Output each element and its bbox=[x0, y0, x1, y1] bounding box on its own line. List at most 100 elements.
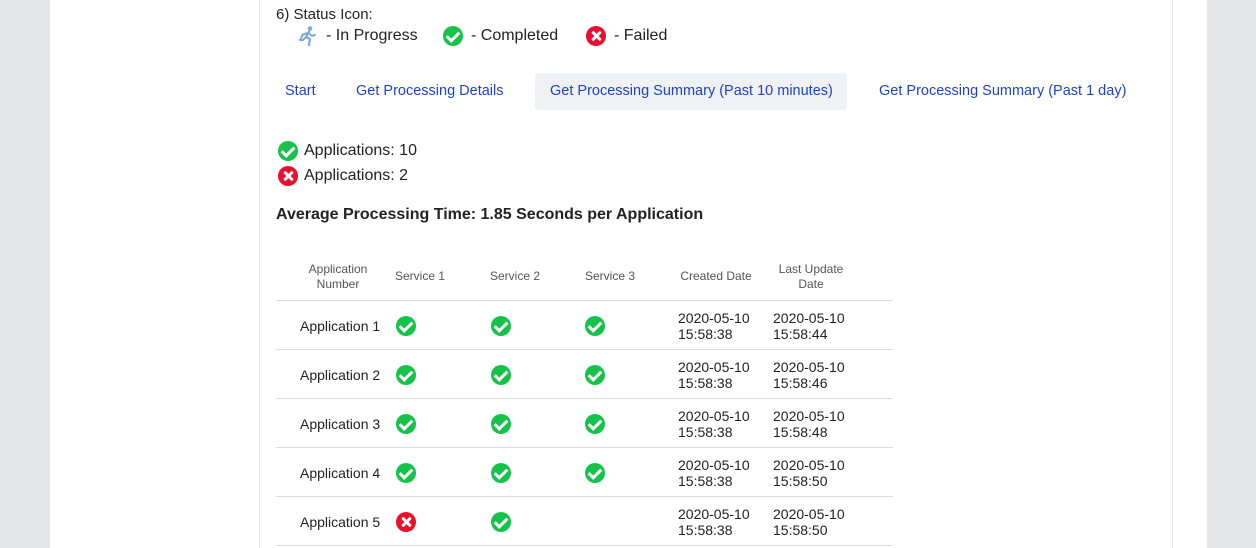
header-service-3: Service 3 bbox=[584, 269, 636, 283]
updated-datetime: 2020-05-10 15:58:48 bbox=[773, 408, 845, 440]
summary-completed: Applications: 10 bbox=[278, 140, 417, 162]
updated-datetime: 2020-05-10 15:58:50 bbox=[773, 457, 845, 489]
created-date-text: 2020-05-10 bbox=[678, 407, 750, 424]
application-name-cell: Application 2 bbox=[300, 366, 381, 383]
service-1-status-cell bbox=[396, 399, 436, 448]
header-service-1: Service 1 bbox=[394, 269, 446, 283]
service-3-status-cell bbox=[585, 448, 625, 497]
check-circle-icon bbox=[491, 511, 511, 532]
tab-summary-10-minutes[interactable]: Get Processing Summary (Past 10 minutes) bbox=[535, 73, 847, 110]
created-date-cell: 2020-05-10 15:58:38 bbox=[678, 399, 768, 448]
check-circle-icon bbox=[396, 315, 416, 336]
table-row[interactable]: Application 3 2020-05-10 15:58:38 2020-05-1… bbox=[276, 399, 893, 448]
table-header: Application Number Service 1 Service 2 S… bbox=[276, 252, 893, 301]
check-circle-icon bbox=[585, 413, 605, 434]
service-1-status-cell bbox=[396, 497, 436, 546]
created-date-cell: 2020-05-10 15:58:38 bbox=[678, 448, 768, 497]
updated-datetime: 2020-05-10 15:58:44 bbox=[773, 310, 845, 342]
table-row[interactable]: Application 1 2020-05-10 15:58:38 2020-05-1… bbox=[276, 301, 893, 350]
updated-date-text: 2020-05-10 bbox=[773, 505, 845, 522]
summary-failed: Applications: 2 bbox=[278, 165, 408, 187]
updated-datetime: 2020-05-10 15:58:46 bbox=[773, 359, 845, 391]
check-circle-icon bbox=[491, 462, 511, 483]
updated-date-text: 2020-05-10 bbox=[773, 309, 845, 326]
last-update-date-cell: 2020-05-10 15:58:48 bbox=[773, 399, 863, 448]
service-1-status-cell bbox=[396, 301, 436, 350]
left-gutter bbox=[0, 0, 50, 548]
legend-in-progress-label: - In Progress bbox=[326, 27, 418, 44]
created-time-text: 15:58:38 bbox=[678, 423, 733, 440]
legend-failed-label: - Failed bbox=[614, 27, 668, 44]
right-gutter bbox=[1207, 0, 1256, 548]
check-circle-icon bbox=[443, 26, 463, 46]
last-update-date-cell: 2020-05-10 15:58:50 bbox=[773, 448, 863, 497]
tab-processing-details[interactable]: Get Processing Details bbox=[341, 73, 518, 110]
summary-failed-count: Applications: 2 bbox=[304, 167, 409, 184]
created-date-text: 2020-05-10 bbox=[678, 456, 750, 473]
x-circle-icon bbox=[278, 166, 298, 186]
table-row[interactable]: Application 4 2020-05-10 15:58:38 2020-05-1… bbox=[276, 448, 893, 497]
application-name-cell: Application 4 bbox=[300, 464, 381, 481]
table-row[interactable]: Application 5 2020-05-10 15:58:38 2020-05-1… bbox=[276, 497, 893, 546]
table-body: Application 1 2020-05-10 15:58:38 2020-05-1… bbox=[276, 301, 893, 546]
service-3-status-cell bbox=[585, 350, 625, 399]
service-2-status-cell bbox=[491, 448, 531, 497]
legend-completed-label: - Completed bbox=[471, 27, 559, 44]
tab-summary-1-day[interactable]: Get Processing Summary (Past 1 day) bbox=[864, 73, 1141, 110]
service-3-status-cell bbox=[585, 497, 625, 546]
updated-date-text: 2020-05-10 bbox=[773, 456, 845, 473]
service-2-status-cell bbox=[491, 350, 531, 399]
legend-failed: - Failed bbox=[586, 25, 667, 47]
header-application-number: Application Number bbox=[308, 261, 368, 291]
applications-table: Application Number Service 1 Service 2 S… bbox=[276, 252, 893, 546]
updated-date-text: 2020-05-10 bbox=[773, 358, 845, 375]
service-1-status-cell bbox=[396, 350, 436, 399]
last-update-date-cell: 2020-05-10 15:58:46 bbox=[773, 350, 863, 399]
check-circle-icon bbox=[585, 315, 605, 336]
created-time-text: 15:58:38 bbox=[678, 521, 733, 538]
application-name-cell: Application 5 bbox=[300, 513, 381, 530]
table-row[interactable]: Application 2 2020-05-10 15:58:38 2020-05-1… bbox=[276, 350, 893, 399]
created-datetime: 2020-05-10 15:58:38 bbox=[678, 457, 750, 489]
created-datetime: 2020-05-10 15:58:38 bbox=[678, 359, 750, 391]
created-datetime: 2020-05-10 15:58:38 bbox=[678, 408, 750, 440]
x-circle-icon bbox=[396, 511, 416, 532]
check-circle-icon bbox=[491, 413, 511, 434]
created-date-text: 2020-05-10 bbox=[678, 309, 750, 326]
created-date-text: 2020-05-10 bbox=[678, 358, 750, 375]
header-service-2: Service 2 bbox=[489, 269, 541, 283]
last-update-date-cell: 2020-05-10 15:58:44 bbox=[773, 301, 863, 350]
service-3-status-cell bbox=[585, 399, 625, 448]
created-time-text: 15:58:38 bbox=[678, 472, 733, 489]
check-circle-icon bbox=[396, 413, 416, 434]
check-circle-icon bbox=[396, 462, 416, 483]
tab-start[interactable]: Start bbox=[270, 73, 331, 110]
created-date-cell: 2020-05-10 15:58:38 bbox=[678, 497, 768, 546]
check-circle-icon bbox=[278, 141, 298, 161]
status-icon-legend-title: 6) Status Icon: bbox=[276, 6, 373, 23]
updated-date-text: 2020-05-10 bbox=[773, 407, 845, 424]
service-2-status-cell bbox=[491, 301, 531, 350]
service-1-status-cell bbox=[396, 448, 436, 497]
last-update-date-cell: 2020-05-10 15:58:50 bbox=[773, 497, 863, 546]
check-circle-icon bbox=[396, 364, 416, 385]
created-date-cell: 2020-05-10 15:58:38 bbox=[678, 350, 768, 399]
created-time-text: 15:58:38 bbox=[678, 374, 733, 391]
summary-completed-count: Applications: 10 bbox=[304, 142, 417, 159]
service-2-status-cell bbox=[491, 497, 531, 546]
x-circle-icon bbox=[586, 26, 606, 46]
check-circle-icon bbox=[585, 462, 605, 483]
updated-time-text: 15:58:46 bbox=[773, 374, 828, 391]
updated-time-text: 15:58:50 bbox=[773, 521, 828, 538]
header-last-update-date: Last Update Date bbox=[778, 261, 844, 291]
updated-time-text: 15:58:44 bbox=[773, 325, 828, 342]
created-time-text: 15:58:38 bbox=[678, 325, 733, 342]
service-3-status-cell bbox=[585, 301, 625, 350]
running-person-icon bbox=[298, 25, 318, 47]
application-name-cell: Application 3 bbox=[300, 415, 381, 432]
created-datetime: 2020-05-10 15:58:38 bbox=[678, 310, 750, 342]
check-circle-icon bbox=[491, 364, 511, 385]
service-2-status-cell bbox=[491, 399, 531, 448]
legend-completed: - Completed bbox=[443, 25, 558, 47]
created-datetime: 2020-05-10 15:58:38 bbox=[678, 506, 750, 538]
